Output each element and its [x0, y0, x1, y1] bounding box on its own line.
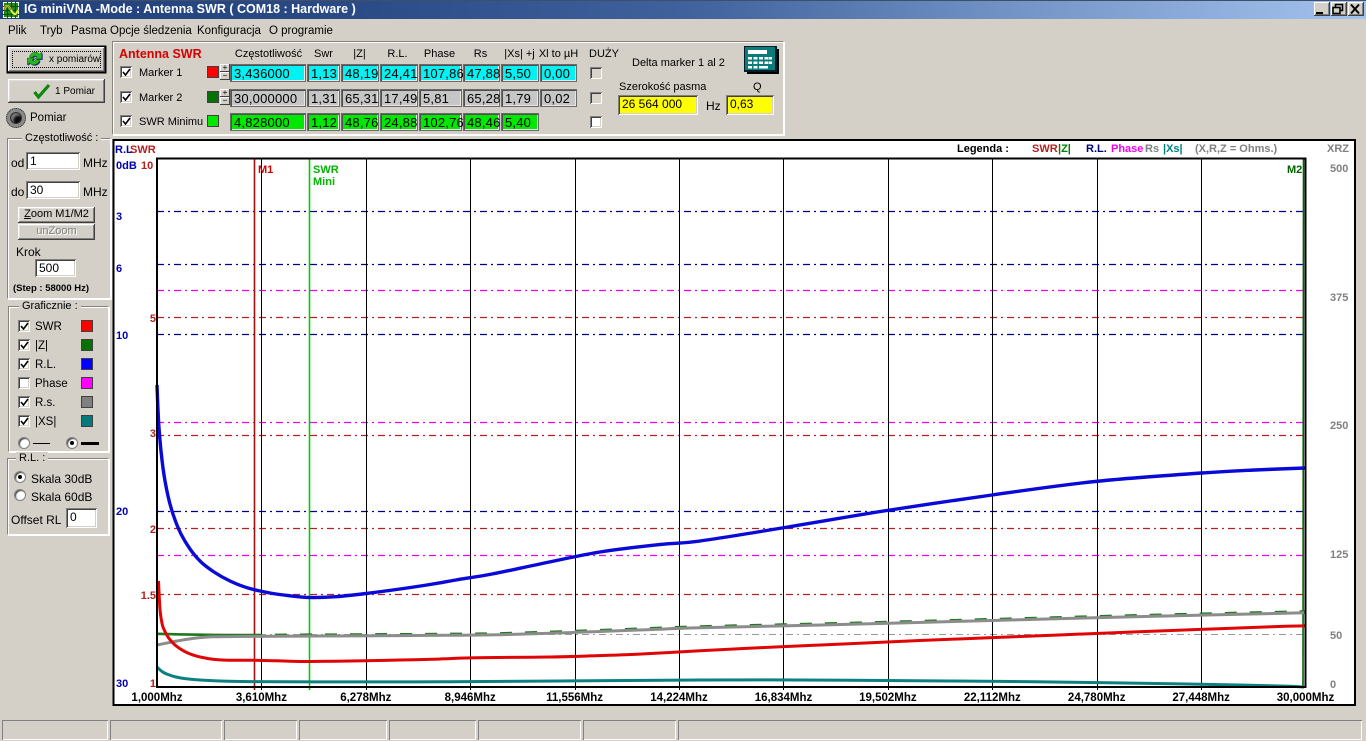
svg-text:SWR: SWR [313, 164, 339, 176]
svg-text:375: 375 [1330, 292, 1348, 304]
svg-text:1.5: 1.5 [141, 590, 156, 602]
svg-text:0dB: 0dB [116, 160, 137, 172]
svg-text:250: 250 [1330, 420, 1348, 432]
svg-text:16,834Mhz: 16,834Mhz [755, 692, 813, 704]
svg-text:5: 5 [150, 313, 156, 325]
svg-text:SWR: SWR [1032, 143, 1058, 155]
svg-text:500: 500 [1330, 163, 1348, 175]
svg-text:Phase: Phase [1111, 143, 1143, 155]
svg-text:125: 125 [1330, 549, 1348, 561]
svg-text:2: 2 [150, 524, 156, 536]
svg-text:3: 3 [116, 211, 122, 223]
svg-text:22,112Mhz: 22,112Mhz [964, 692, 1021, 704]
svg-text:SWR: SWR [130, 144, 156, 156]
svg-text:M2: M2 [1287, 164, 1302, 176]
svg-text:30: 30 [116, 678, 128, 690]
svg-text:30,000Mhz: 30,000Mhz [1277, 692, 1335, 704]
svg-text:1: 1 [150, 678, 156, 690]
svg-text:|Xs|: |Xs| [1163, 143, 1183, 155]
svg-text:6,278Mhz: 6,278Mhz [340, 692, 391, 704]
svg-text:Mini: Mini [313, 176, 335, 188]
svg-text:3: 3 [150, 428, 156, 440]
svg-text:8,946Mhz: 8,946Mhz [445, 692, 496, 704]
svg-text:M1: M1 [258, 164, 273, 176]
svg-text:14,224Mhz: 14,224Mhz [650, 692, 708, 704]
svg-text:10: 10 [141, 160, 153, 172]
svg-text:XRZ: XRZ [1327, 143, 1349, 155]
svg-text:Legenda :: Legenda : [957, 143, 1009, 155]
svg-text:20: 20 [116, 506, 128, 518]
svg-text:50: 50 [1330, 630, 1342, 642]
svg-text:(X,R,Z = Ohms.): (X,R,Z = Ohms.) [1195, 143, 1278, 155]
svg-text:11,556Mhz: 11,556Mhz [546, 692, 603, 704]
svg-text:R.L.: R.L. [1086, 143, 1107, 155]
svg-text:24,780Mhz: 24,780Mhz [1068, 692, 1126, 704]
svg-text:3,610Mhz: 3,610Mhz [236, 692, 287, 704]
svg-text:1,000Mhz: 1,000Mhz [131, 692, 182, 704]
svg-text:0: 0 [1330, 679, 1336, 691]
svg-text:Rs: Rs [1145, 143, 1159, 155]
svg-text:|Z|: |Z| [1058, 143, 1071, 155]
svg-text:10: 10 [116, 330, 128, 342]
svg-text:27,448Mhz: 27,448Mhz [1172, 692, 1230, 704]
svg-text:19,502Mhz: 19,502Mhz [859, 692, 917, 704]
svg-text:6: 6 [116, 263, 122, 275]
